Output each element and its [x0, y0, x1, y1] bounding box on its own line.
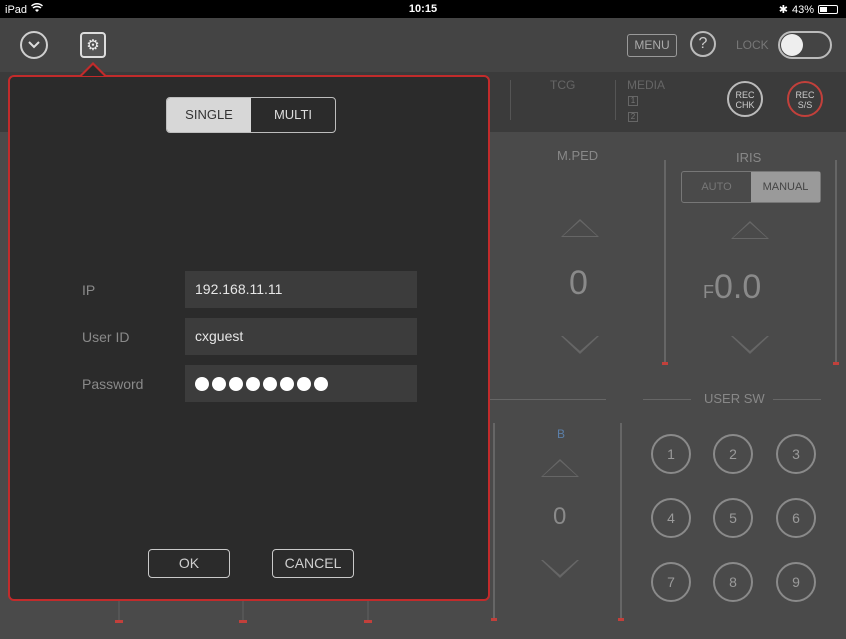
- lock-label: LOCK: [736, 38, 769, 52]
- slider-track: [367, 600, 369, 620]
- media-label: MEDIA: [627, 78, 666, 92]
- slider-marker: [833, 362, 839, 365]
- divider: [615, 80, 616, 120]
- user-sw-button-9[interactable]: 9: [776, 562, 816, 602]
- password-label: Password: [82, 376, 144, 392]
- password-mask: [195, 365, 417, 402]
- iris-mode-toggle: AUTO MANUAL: [681, 171, 821, 203]
- status-bar: iPad 10:15 ✱ 43%: [0, 0, 846, 18]
- mped-down-button[interactable]: [561, 336, 599, 354]
- gear-icon[interactable]: ⚙: [80, 32, 106, 58]
- status-right: ✱ 43%: [779, 3, 838, 16]
- connection-settings-dialog: SINGLE MULTI IP 192.168.11.11 User ID cx…: [8, 75, 490, 601]
- ip-field[interactable]: 192.168.11.11: [185, 271, 417, 308]
- battery-icon: [818, 5, 838, 14]
- user-sw-button-1[interactable]: 1: [651, 434, 691, 474]
- ok-button[interactable]: OK: [148, 549, 230, 578]
- password-dot: [280, 376, 294, 391]
- user-sw-button-5[interactable]: 5: [713, 498, 753, 538]
- iris-prefix: F: [703, 282, 714, 302]
- user-sw-button-4[interactable]: 4: [651, 498, 691, 538]
- slider-marker: [364, 620, 372, 623]
- iris-label: IRIS: [736, 150, 762, 165]
- password-dot: [263, 376, 277, 391]
- slider-track: [118, 600, 120, 620]
- iris-value: 0.0: [714, 268, 762, 306]
- iris-auto-button[interactable]: AUTO: [682, 172, 751, 202]
- password-dot: [297, 376, 311, 391]
- mode-multi-button[interactable]: MULTI: [251, 98, 335, 132]
- popover-arrow-inner: [82, 65, 104, 76]
- tcg-label[interactable]: TCG: [550, 78, 575, 92]
- media-slot-2: 2: [628, 112, 638, 122]
- divider: [643, 399, 691, 400]
- menu-button[interactable]: MENU: [627, 34, 677, 57]
- iris-display: F0.0: [703, 268, 761, 307]
- media-slot-1: 1: [628, 96, 638, 106]
- mode-single-button[interactable]: SINGLE: [167, 98, 251, 132]
- mode-segmented-control: SINGLE MULTI: [166, 97, 336, 133]
- user-sw-button-7[interactable]: 7: [651, 562, 691, 602]
- password-dot: [195, 376, 209, 391]
- user-sw-button-8[interactable]: 8: [713, 562, 753, 602]
- password-field[interactable]: [185, 365, 417, 402]
- bluetooth-icon: ✱: [778, 4, 788, 16]
- b-down-button[interactable]: [541, 560, 579, 578]
- iris-right-slider[interactable]: [833, 160, 839, 365]
- password-dot: [246, 376, 260, 391]
- slider-track: [242, 600, 244, 620]
- slider-marker: [662, 362, 668, 365]
- slider-marker: [239, 620, 247, 623]
- user-sw-label: USER SW: [704, 391, 765, 406]
- mped-value: 0: [569, 264, 588, 302]
- top-toolbar: ⚙ MENU ? LOCK: [0, 18, 846, 72]
- userid-field[interactable]: cxguest: [185, 318, 417, 355]
- rec-chk-button[interactable]: REC CHK: [727, 81, 763, 117]
- mped-label: M.PED: [557, 148, 599, 163]
- b-left-slider[interactable]: [491, 423, 497, 621]
- b-value: 0: [553, 503, 567, 530]
- help-button[interactable]: ?: [690, 31, 716, 57]
- divider: [510, 80, 511, 120]
- mped-up-button[interactable]: [561, 219, 599, 237]
- b-up-button[interactable]: [541, 459, 579, 477]
- divider: [773, 399, 821, 400]
- iris-manual-button[interactable]: MANUAL: [751, 172, 820, 202]
- cancel-button[interactable]: CANCEL: [272, 549, 354, 578]
- slider-marker: [618, 618, 624, 621]
- user-sw-button-6[interactable]: 6: [776, 498, 816, 538]
- rec-ss-button[interactable]: REC S/S: [787, 81, 823, 117]
- b-label: B: [557, 427, 566, 441]
- userid-label: User ID: [82, 329, 130, 345]
- iris-down-button[interactable]: [731, 336, 769, 354]
- divider: [490, 399, 606, 400]
- rec-chk-label: REC CHK: [735, 90, 755, 110]
- b-right-slider[interactable]: [618, 423, 624, 621]
- password-dot: [314, 376, 328, 391]
- chevron-down-circle-icon[interactable]: [20, 31, 48, 59]
- slider-marker: [115, 620, 123, 623]
- slider-marker: [491, 618, 497, 621]
- ip-label: IP: [82, 282, 96, 298]
- password-dot: [229, 376, 243, 391]
- battery-percent: 43%: [791, 3, 814, 16]
- password-dot: [212, 376, 226, 391]
- iris-left-slider[interactable]: [662, 160, 668, 365]
- user-sw-button-2[interactable]: 2: [713, 434, 753, 474]
- user-sw-button-3[interactable]: 3: [776, 434, 816, 474]
- lock-toggle[interactable]: [778, 31, 832, 59]
- status-time: 10:15: [408, 3, 438, 15]
- iris-up-button[interactable]: [731, 221, 769, 239]
- toggle-knob: [781, 34, 803, 56]
- rec-ss-label: REC S/S: [795, 90, 815, 110]
